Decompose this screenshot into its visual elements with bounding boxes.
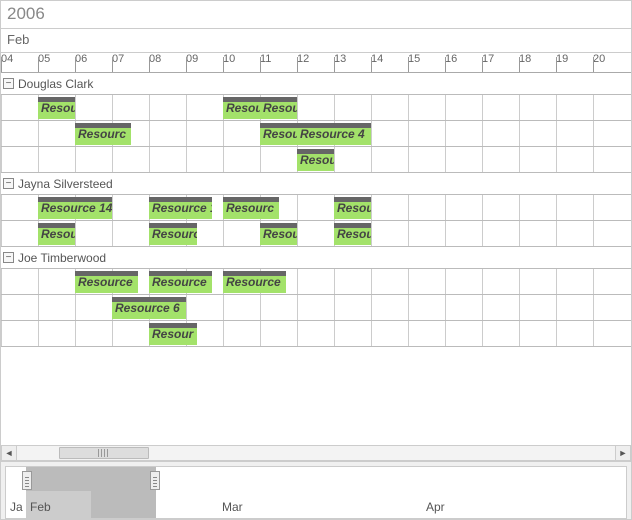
month-header: Feb [1,29,631,53]
task-bar[interactable]: Resourc [260,97,297,119]
task-bar[interactable]: Resource [223,271,286,293]
task-bar[interactable]: Resou [260,223,297,245]
gantt-row: Resource Resource Resource [1,269,631,295]
task-bar[interactable]: Resource 4 [297,123,371,145]
task-bar[interactable]: Resou [334,223,371,245]
day-header-cell: 19 [556,53,593,72]
scroll-left-button[interactable]: ◄ [1,446,17,460]
task-bar[interactable]: Resource 1 [149,197,212,219]
overview-handle-right[interactable] [150,471,160,490]
gantt-row: Resour Resourc Resou Resou [1,221,631,247]
day-header-cell: 13 [334,53,371,72]
days-header: 0405060708091011121314151617181920 [1,53,631,73]
group-header[interactable]: −Douglas Clark [1,73,631,95]
gantt-app: 2006 Feb 0405060708091011121314151617181… [0,0,632,520]
gantt-row: Resource 6 [1,295,631,321]
group-label: Jayna Silversteed [18,177,113,191]
group-header[interactable]: −Jayna Silversteed [1,173,631,195]
scroll-track[interactable] [17,446,615,460]
year-header: 2006 [1,1,631,29]
day-header-cell: 20 [593,53,630,72]
group-label: Douglas Clark [18,77,93,91]
gantt-body: −Douglas ClarkResourcResouResourcResourc… [1,73,631,347]
group-header[interactable]: −Joe Timberwood [1,247,631,269]
task-bar[interactable]: Resou [260,123,297,145]
collapse-icon[interactable]: − [3,78,14,89]
task-bar[interactable]: Resourc [223,197,279,219]
task-bar[interactable]: Resource [149,271,212,293]
day-header-cell: 07 [112,53,149,72]
task-bar[interactable]: Resourc [75,123,131,145]
task-bar[interactable]: Resource 6 [112,297,186,319]
task-bar[interactable]: Resource [75,271,138,293]
gantt-row: Resour [1,147,631,173]
group-label: Joe Timberwood [18,251,106,265]
day-header-cell: 10 [223,53,260,72]
overview-label: Feb [30,500,51,514]
collapse-icon[interactable]: − [3,252,14,263]
day-header-cell: 15 [408,53,445,72]
day-header-cell: 16 [445,53,482,72]
day-header-cell: 17 [482,53,519,72]
overview-label: Apr [426,500,445,514]
scroll-thumb[interactable] [59,447,149,459]
overview-label: Mar [222,500,243,514]
day-header-cell: 09 [186,53,223,72]
task-bar[interactable]: Resour [297,149,334,171]
overview-handle-left[interactable] [22,471,32,490]
day-header-cell: 05 [38,53,75,72]
day-header-cell: 04 [1,53,38,72]
day-header-cell: 06 [75,53,112,72]
day-header-cell: 14 [371,53,408,72]
gantt-row: Resour [1,321,631,347]
collapse-icon[interactable]: − [3,178,14,189]
day-header-cell: 12 [297,53,334,72]
h-scrollbar[interactable]: ◄ ► [1,445,631,461]
task-bar[interactable]: Resource 14 [38,197,112,219]
scroll-right-button[interactable]: ► [615,446,631,460]
overview-track[interactable]: Ja Feb Mar Apr [5,466,627,519]
day-header-cell: 18 [519,53,556,72]
task-bar[interactable]: Resourc [38,97,75,119]
gantt-row: Resource 14 Resource 1 Resourc Resour [1,195,631,221]
task-bar[interactable]: Resour [38,223,75,245]
overview-label: Ja [10,500,23,514]
overview-panel: Ja Feb Mar Apr [1,461,631,519]
task-bar[interactable]: Resourc [149,223,197,245]
day-header-cell: 11 [260,53,297,72]
gantt-row: Resourc ResouResource 4 [1,121,631,147]
day-header-cell: 08 [149,53,186,72]
task-bar[interactable]: Resour [149,323,197,345]
gantt-row: ResourcResouResourc [1,95,631,121]
task-bar[interactable]: Resou [223,97,260,119]
task-bar[interactable]: Resour [334,197,371,219]
